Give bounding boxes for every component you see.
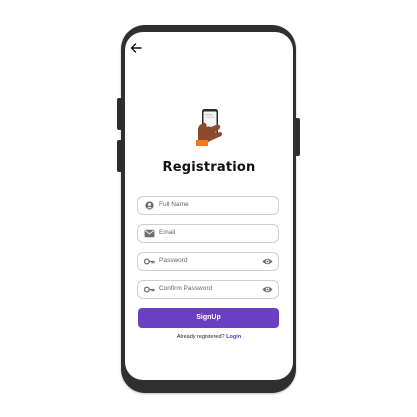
confirm-password-field[interactable]: Confirm Password — [137, 280, 279, 299]
full-name-field[interactable]: Full Name — [137, 196, 279, 215]
login-link[interactable]: Login — [226, 334, 241, 340]
password-placeholder: Password — [159, 257, 188, 264]
envelope-icon — [144, 229, 155, 238]
confirm-password-placeholder: Confirm Password — [159, 285, 213, 292]
login-prompt: Already registered? Login — [125, 334, 293, 340]
full-name-placeholder: Full Name — [159, 201, 189, 208]
eye-icon[interactable] — [262, 257, 273, 266]
mockup-stage: Registration Full Name Email Password Co… — [0, 0, 417, 417]
eye-icon[interactable] — [262, 285, 273, 294]
email-placeholder: Email — [159, 229, 176, 236]
hand-holding-phone-illustration — [194, 108, 228, 146]
email-field[interactable]: Email — [137, 224, 279, 243]
key-icon — [144, 258, 155, 265]
signup-button[interactable]: SignUp — [138, 308, 279, 328]
key-icon — [144, 286, 155, 293]
registration-screen: Registration Full Name Email Password Co… — [125, 32, 293, 380]
already-registered-text: Already registered? — [176, 334, 225, 340]
back-button[interactable] — [129, 40, 143, 54]
page-title: Registration — [162, 160, 256, 175]
person-circle-icon — [145, 201, 154, 210]
password-field[interactable]: Password — [137, 252, 279, 271]
arrow-left-icon — [130, 43, 142, 53]
